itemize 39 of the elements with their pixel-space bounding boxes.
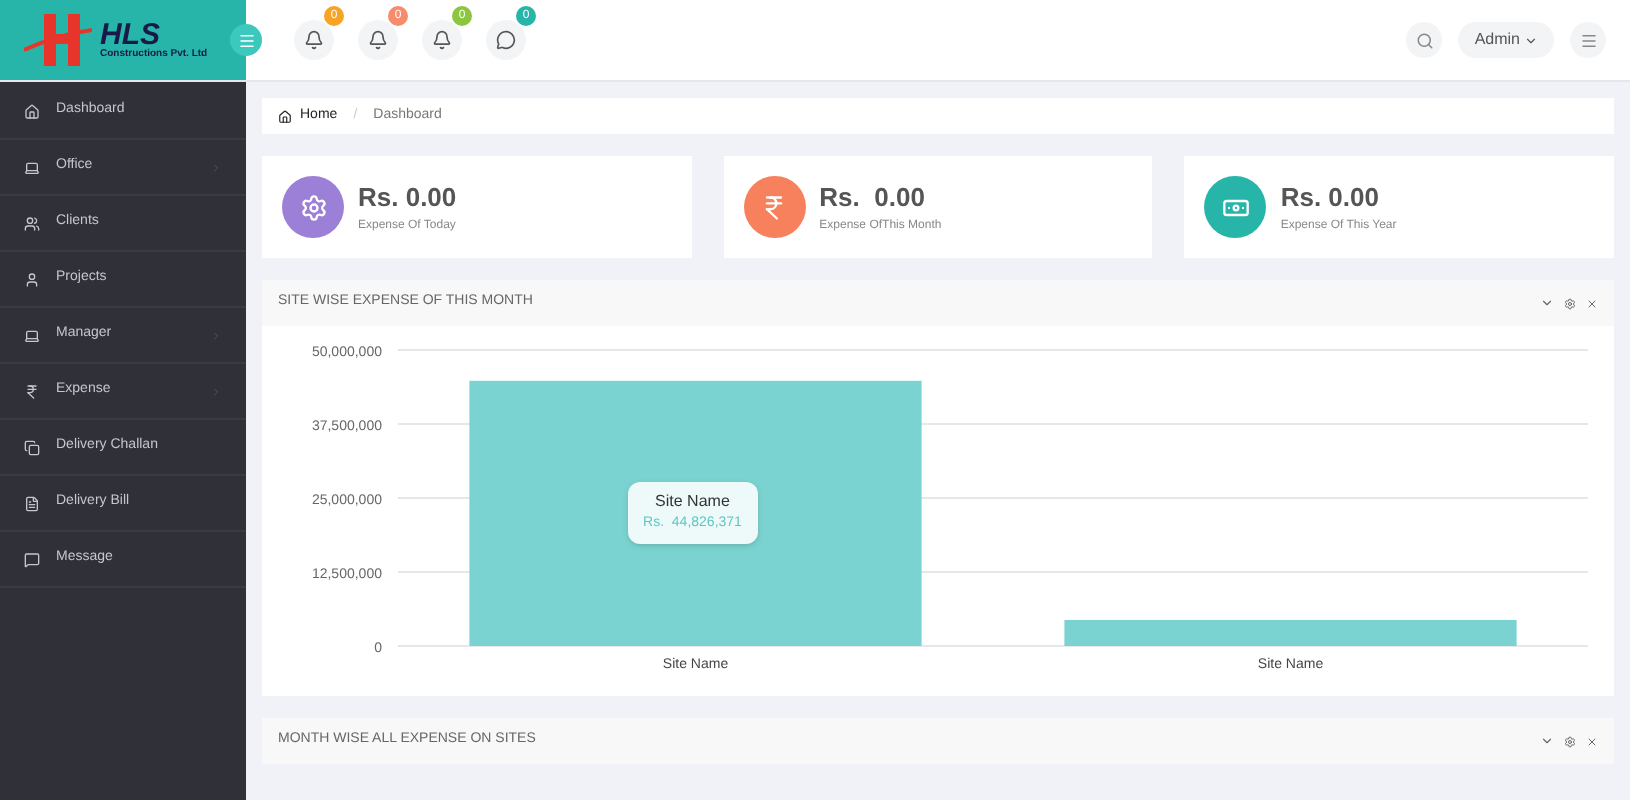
home-icon	[24, 103, 40, 119]
laptop-icon	[24, 327, 40, 343]
bell-icon	[304, 30, 324, 50]
menu-icon	[237, 31, 255, 49]
notifications-button[interactable]	[358, 20, 398, 60]
settings-icon[interactable]	[1564, 735, 1576, 747]
menu-toggle-button[interactable]	[230, 24, 262, 56]
search-button[interactable]	[1406, 22, 1443, 58]
chat-icon	[24, 551, 40, 567]
messages-button[interactable]	[486, 20, 526, 60]
notifications-button[interactable]	[422, 20, 462, 60]
document-icon	[24, 495, 40, 511]
user-icon	[24, 271, 40, 287]
stat-value: Rs. 0.00	[819, 180, 927, 217]
menu-icon	[1579, 31, 1597, 49]
stat-value: Rs. 0.00	[358, 180, 457, 217]
logo-name: HLS	[100, 20, 160, 50]
laptop-icon	[24, 159, 40, 175]
chat-icon	[496, 30, 516, 50]
stat-value: Rs. 0.00	[1280, 180, 1381, 217]
bell-icon	[368, 30, 388, 50]
copy-icon	[24, 439, 40, 455]
collapse-icon[interactable]	[1540, 296, 1554, 310]
close-icon[interactable]	[1586, 735, 1598, 747]
menu-button[interactable]	[1570, 22, 1606, 58]
search-icon	[1415, 31, 1434, 49]
home-icon	[278, 109, 292, 123]
users-icon	[24, 215, 40, 231]
logo-mark-icon	[24, 10, 92, 70]
caret-icon	[1524, 33, 1538, 47]
tooltip-title: Site Name	[655, 490, 730, 514]
bell-icon	[432, 30, 452, 50]
notifications-button[interactable]	[294, 20, 334, 60]
rupee-icon	[24, 383, 40, 399]
user-menu-button[interactable]: Admin	[1458, 22, 1554, 58]
close-icon[interactable]	[1586, 297, 1598, 309]
gear-icon	[299, 193, 327, 221]
collapse-icon[interactable]	[1540, 734, 1554, 748]
settings-icon[interactable]	[1564, 297, 1576, 309]
